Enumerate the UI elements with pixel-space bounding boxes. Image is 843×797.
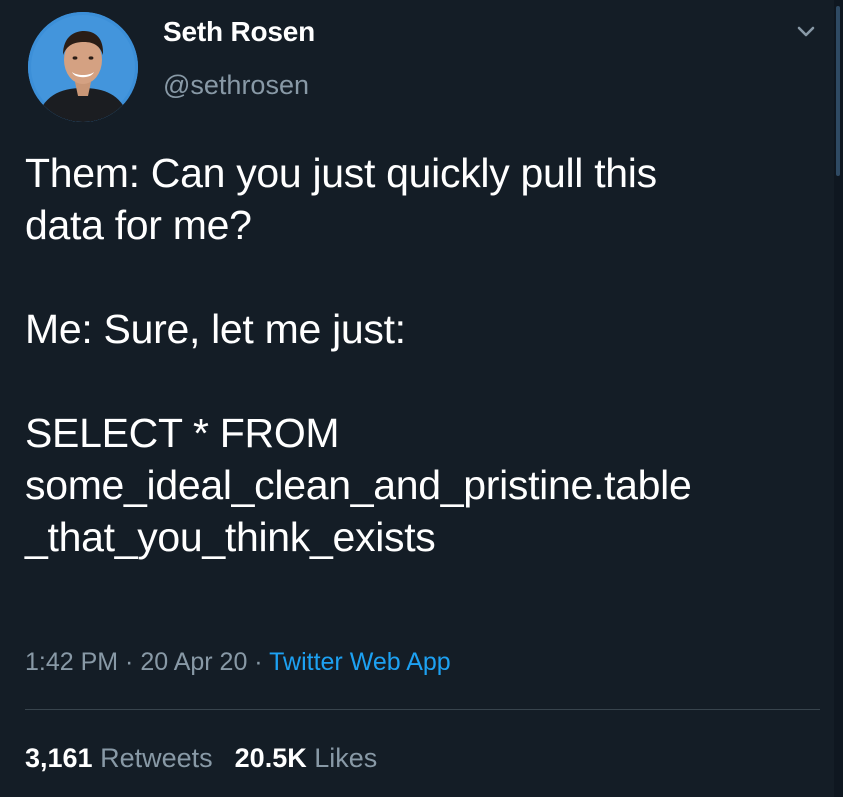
tweet-menu-button[interactable] xyxy=(791,20,821,44)
tweet-time[interactable]: 1:42 PM xyxy=(25,648,118,676)
tweet-paragraph-query: SELECT * FROM some_ideal_clean_and_prist… xyxy=(25,410,692,560)
meta-separator: · xyxy=(118,648,141,676)
profile-photo xyxy=(28,12,138,122)
divider xyxy=(25,709,820,710)
likes-label: Likes xyxy=(314,743,378,773)
avatar[interactable] xyxy=(28,12,138,122)
retweets-label: Retweets xyxy=(100,743,213,773)
tweet-card: Seth Rosen @sethrosen Them: Can you just… xyxy=(0,0,843,797)
tweet-text: Them: Can you just quickly pull this dat… xyxy=(25,147,820,563)
scrollbar-thumb[interactable] xyxy=(836,6,840,176)
meta-separator: · xyxy=(247,648,270,676)
likes-stat[interactable]: 20.5K Likes xyxy=(235,740,378,776)
retweets-count: 3,161 xyxy=(25,743,93,773)
tweet-stats: 3,161 Retweets 20.5K Likes xyxy=(25,740,377,776)
tweet-source-link[interactable]: Twitter Web App xyxy=(269,648,451,676)
retweets-stat[interactable]: 3,161 Retweets xyxy=(25,740,213,776)
author-name[interactable]: Seth Rosen xyxy=(163,14,315,50)
chevron-down-icon xyxy=(797,26,815,37)
tweet-paragraph-question: Them: Can you just quickly pull this dat… xyxy=(25,150,657,248)
tweet-paragraph-reply: Me: Sure, let me just: xyxy=(25,306,406,352)
author-block: Seth Rosen @sethrosen xyxy=(163,14,315,102)
tweet-date[interactable]: 20 Apr 20 xyxy=(140,648,247,676)
tweet-metadata: 1:42 PM · 20 Apr 20 · Twitter Web App xyxy=(25,645,451,679)
likes-count: 20.5K xyxy=(234,743,307,773)
author-handle[interactable]: @sethrosen xyxy=(163,68,315,102)
scrollbar[interactable] xyxy=(834,0,843,797)
